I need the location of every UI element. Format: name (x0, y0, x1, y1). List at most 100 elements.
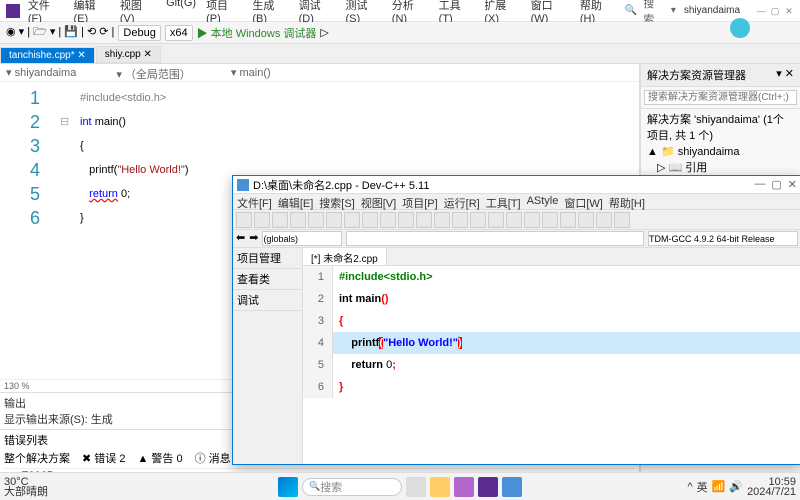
menu-item[interactable]: 视图(V) (120, 0, 156, 25)
toolbar-button[interactable] (290, 212, 306, 228)
devcpp-editor[interactable]: 1#include<stdio.h>2int main()3{4 printf(… (303, 266, 800, 464)
tree-item[interactable]: ▷ 📖 引用 (647, 160, 794, 176)
minimize-icon[interactable]: — (754, 178, 765, 191)
tray-chevron-icon[interactable]: ^ (687, 481, 692, 493)
side-tab[interactable]: 项目管理 (233, 248, 302, 269)
code-line[interactable]: 2int main() (303, 288, 800, 310)
code-line[interactable]: 3{ (0, 134, 639, 158)
tree-item[interactable]: ▲ 📁 shiyandaima (647, 144, 794, 160)
app-icon[interactable] (454, 477, 474, 497)
toolbar-button[interactable] (416, 212, 432, 228)
toolbar-button[interactable] (254, 212, 270, 228)
menu-item[interactable]: 工具(T) (439, 0, 475, 25)
toolbar-button[interactable] (578, 212, 594, 228)
menu-item[interactable]: 视图[V] (361, 195, 396, 208)
weather-widget[interactable]: 30°C大部晴朗 (4, 477, 48, 497)
menu-item[interactable]: 项目(P) (206, 0, 242, 25)
toolbar-button[interactable] (614, 212, 630, 228)
devcpp-taskbar-icon[interactable] (502, 477, 522, 497)
toolbar-button[interactable] (506, 212, 522, 228)
vs-breadcrumb[interactable]: ▾ shiyandaima ▾ （全局范围） ▾ main() (0, 64, 639, 82)
explorer-icon[interactable] (430, 477, 450, 497)
code-line[interactable]: 1#include<stdio.h> (0, 86, 639, 110)
file-tab[interactable]: [*] 未命名2.cpp (303, 248, 387, 265)
platform-dropdown[interactable]: x64 (165, 25, 193, 41)
toolbar-button[interactable] (524, 212, 540, 228)
code-line[interactable]: 6} (303, 376, 800, 398)
menu-item[interactable]: 分析(N) (392, 0, 429, 25)
file-tab[interactable]: tanchishe.cpp* ✕ (0, 47, 95, 63)
menu-item[interactable]: 工具[T] (486, 195, 521, 208)
maximize-icon[interactable]: ▢ (770, 6, 780, 16)
file-tab[interactable]: shiy.cpp ✕ (96, 46, 161, 63)
config-dropdown[interactable]: Debug (118, 25, 160, 41)
breadcrumb-item[interactable]: ▾ main() (231, 66, 271, 79)
error-filter[interactable]: ▲ 警告 0 (137, 450, 182, 466)
globals-dropdown[interactable] (262, 231, 342, 246)
toolbar-button[interactable] (452, 212, 468, 228)
toolbar-button[interactable] (434, 212, 450, 228)
menu-item[interactable]: 生成(B) (252, 0, 288, 25)
menu-item[interactable]: 运行[R] (444, 195, 480, 208)
menu-item[interactable]: 编辑[E] (278, 195, 313, 208)
menu-item[interactable]: 扩展(X) (484, 0, 520, 25)
play-icon[interactable]: ▷ (320, 26, 328, 39)
menu-item[interactable]: 窗口(W) (531, 0, 570, 25)
code-line[interactable]: 5 return 0; (303, 354, 800, 376)
toolbar-button[interactable] (308, 212, 324, 228)
start-button[interactable] (278, 477, 298, 497)
user-avatar[interactable] (730, 18, 750, 38)
code-line[interactable]: 2⊟int main() (0, 110, 639, 134)
volume-icon[interactable]: 🔊 (729, 480, 743, 493)
menu-item[interactable]: 帮助(H) (580, 0, 617, 25)
breadcrumb-item[interactable]: ▾ shiyandaima (6, 66, 76, 79)
toolbar-button[interactable] (272, 212, 288, 228)
menu-item[interactable]: 搜索[S] (319, 195, 354, 208)
menu-item[interactable]: 调试(D) (299, 0, 336, 25)
close-icon[interactable]: ✕ (784, 6, 794, 16)
toolbar-button[interactable] (326, 212, 342, 228)
error-filter[interactable]: ✖ 错误 2 (82, 450, 125, 466)
menu-item[interactable]: 编辑(E) (74, 0, 110, 25)
menu-item[interactable]: 窗口[W] (564, 195, 603, 208)
code-line[interactable]: 1#include<stdio.h> (303, 266, 800, 288)
code-line[interactable]: 4 printf("Hello World!") (303, 332, 800, 354)
toolbar-button[interactable] (560, 212, 576, 228)
maximize-icon[interactable]: ▢ (771, 178, 781, 191)
back-icon[interactable]: ⬅ (236, 231, 245, 246)
solution-root[interactable]: 解决方案 'shiyandaima' (1个项目, 共 1 个) (647, 112, 794, 144)
menu-item[interactable]: 文件(F) (28, 0, 64, 25)
compiler-dropdown[interactable] (648, 231, 798, 246)
toolbar-button[interactable] (380, 212, 396, 228)
menu-item[interactable]: Git(G) (166, 0, 196, 25)
fwd-icon[interactable]: ➡ (249, 231, 258, 246)
code-line[interactable]: 3{ (303, 310, 800, 332)
taskbar-search[interactable]: 🔍 搜索 (302, 478, 402, 496)
run-button[interactable]: ▶ 本地 Windows 调试器 (197, 25, 317, 41)
menu-item[interactable]: 项目[P] (402, 195, 437, 208)
side-tab[interactable]: 查看类 (233, 269, 302, 290)
menu-item[interactable]: AStyle (527, 195, 559, 208)
wifi-icon[interactable]: 📶 (712, 480, 726, 493)
vs-taskbar-icon[interactable] (478, 477, 498, 497)
solution-search-input[interactable] (644, 90, 797, 105)
minimize-icon[interactable]: — (756, 6, 766, 16)
toolbar-button[interactable] (470, 212, 486, 228)
symbol-dropdown[interactable] (346, 231, 644, 246)
toolbar-button[interactable] (596, 212, 612, 228)
task-view-icon[interactable] (406, 477, 426, 497)
menu-item[interactable]: 测试(S) (346, 0, 382, 25)
toolbar-button[interactable] (398, 212, 414, 228)
toolbar-button[interactable] (542, 212, 558, 228)
error-filter[interactable]: 整个解决方案 (4, 450, 70, 466)
toolbar-button[interactable] (488, 212, 504, 228)
toolbar-button[interactable] (344, 212, 360, 228)
clock[interactable]: 10:592024/7/21 (747, 477, 796, 497)
menu-item[interactable]: 文件[F] (237, 195, 272, 208)
side-tab[interactable]: 调试 (233, 290, 302, 311)
breadcrumb-item[interactable]: ▾ （全局范围） (116, 66, 191, 79)
devcpp-titlebar[interactable]: D:\桌面\未命名2.cpp - Dev-C++ 5.11 — ▢ ✕ (233, 176, 800, 194)
close-icon[interactable]: ✕ (788, 178, 797, 191)
panel-menu-icon[interactable]: ▾ ✕ (776, 67, 794, 83)
toolbar-button[interactable] (236, 212, 252, 228)
